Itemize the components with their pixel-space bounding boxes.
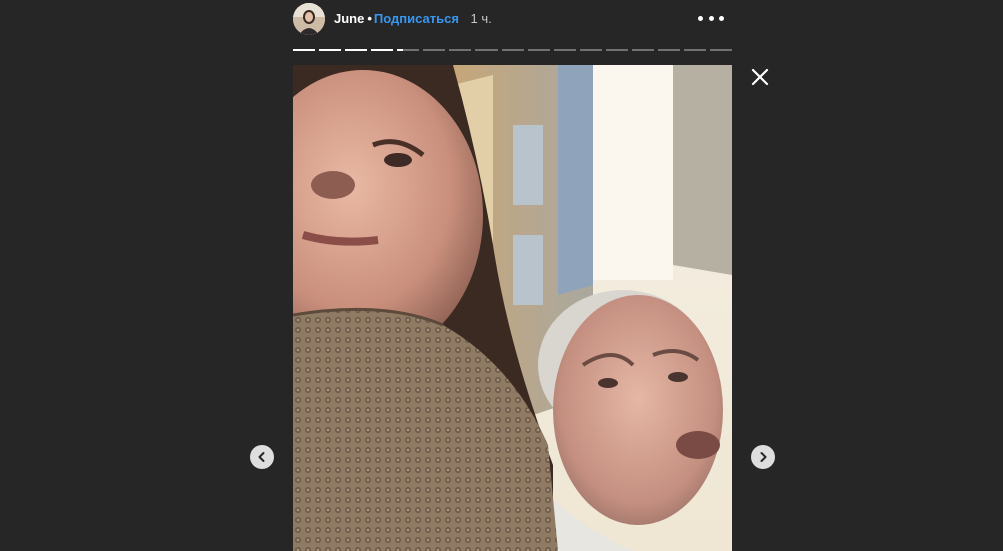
close-icon[interactable] (750, 67, 770, 87)
story-media[interactable] (293, 65, 732, 551)
progress-segment (631, 49, 654, 51)
timestamp: 1 ч. (470, 11, 492, 26)
progress-segment (293, 49, 316, 51)
progress-segment (710, 49, 733, 51)
previous-story-button[interactable] (250, 445, 274, 469)
follow-button[interactable]: Подписаться (374, 11, 459, 26)
more-options-icon[interactable] (698, 7, 724, 29)
progress-segment (475, 49, 498, 51)
progress-segment (501, 49, 524, 51)
next-story-button[interactable] (751, 445, 775, 469)
progress-fill (319, 49, 342, 51)
progress-segment (371, 49, 394, 51)
progress-segment (345, 49, 368, 51)
progress-fill (345, 49, 368, 51)
separator-dot: • (367, 11, 372, 26)
progress-segment (449, 49, 472, 51)
progress-segment (319, 49, 342, 51)
progress-segment (397, 49, 420, 51)
progress-segment (579, 49, 602, 51)
more-dot (719, 15, 724, 21)
more-dot (698, 15, 703, 21)
progress-fill (397, 49, 403, 51)
progress-segment (605, 49, 628, 51)
story-meta: June • Подписаться 1 ч. (334, 11, 492, 27)
more-dot (708, 15, 714, 21)
chevron-right-icon (760, 452, 767, 462)
chevron-left-icon (258, 452, 265, 462)
progress-fill (293, 49, 316, 51)
progress-segment (683, 49, 706, 51)
progress-segment (553, 49, 576, 51)
progress-fill (371, 49, 394, 51)
story-header: June • Подписаться 1 ч. (293, 2, 732, 36)
progress-segment (527, 49, 550, 51)
progress-segment (657, 49, 680, 51)
avatar[interactable] (293, 3, 325, 35)
story-progress-bar (293, 49, 733, 51)
progress-segment (423, 49, 446, 51)
username-link[interactable]: June (334, 11, 364, 26)
